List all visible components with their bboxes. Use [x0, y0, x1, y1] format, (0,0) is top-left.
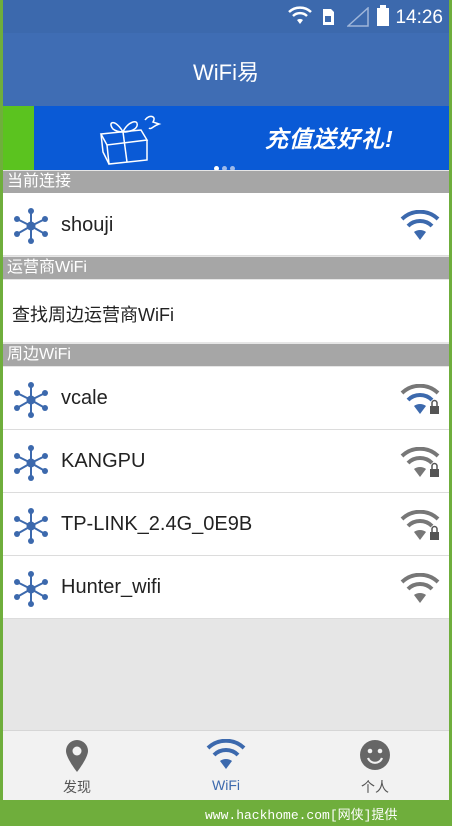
wifi-list-item[interactable]: Hunter_wifi [3, 556, 449, 619]
network-name: KANGPU [61, 450, 146, 472]
network-node-icon [14, 445, 48, 481]
location-pin-icon [66, 740, 88, 772]
section-header-nearby: 周边WiFi [3, 344, 449, 366]
network-node-icon [14, 508, 48, 544]
section-header-operator: 运营商WiFi [3, 257, 449, 279]
watermark-bar: www.hackhome.com[网侠]提供 [0, 800, 452, 826]
operator-wifi-row[interactable]: 查找周边运营商WiFi [3, 280, 449, 342]
network-name: vcale [61, 387, 108, 409]
network-name: TP-LINK_2.4G_0E9B [61, 513, 253, 535]
wifi-locked-icon [400, 510, 440, 540]
section-label: 周边WiFi [7, 346, 71, 363]
app-title: WiFi易 [193, 60, 259, 85]
section-label: 运营商WiFi [7, 259, 87, 276]
wifi-locked-icon [400, 384, 440, 414]
network-node-icon [14, 382, 48, 418]
wifi-list-item[interactable]: TP-LINK_2.4G_0E9B [3, 493, 449, 556]
promo-banner[interactable]: 充值送好礼! [3, 106, 449, 170]
wifi-icon [206, 739, 246, 769]
carousel-dot [222, 166, 227, 170]
network-node-icon [14, 571, 48, 607]
wifi-signal-icon [400, 573, 440, 603]
clock: 14:26 [395, 7, 443, 28]
gift-box-icon [99, 115, 162, 165]
banner-green-strip [3, 106, 34, 170]
network-name: shouji [61, 214, 114, 236]
wifi-list-item[interactable]: vcale [3, 367, 449, 430]
section-label: 当前连接 [7, 173, 72, 190]
wifi-signal-icon [400, 210, 440, 240]
tab-label: WiFi [212, 777, 240, 793]
tab-profile[interactable]: 个人 [301, 731, 449, 800]
find-operator-wifi-label: 查找周边运营商WiFi [12, 305, 174, 325]
network-name: Hunter_wifi [61, 576, 162, 598]
app-window: 14:26 WiFi易 充值送好礼! 当前连接 shouji 运营商WiFi 查… [3, 0, 449, 800]
wifi-locked-icon [400, 447, 440, 477]
wifi-list-item[interactable]: KANGPU [3, 430, 449, 493]
watermark-text: www.hackhome.com[网侠]提供 [205, 808, 398, 823]
section-header-current: 当前连接 [3, 171, 449, 193]
banner-slogan: 充值送好礼! [265, 126, 394, 152]
app-bar: WiFi易 [3, 33, 449, 106]
sim-card-icon [323, 9, 334, 25]
carousel-dots [214, 158, 238, 170]
tab-wifi[interactable]: WiFi [152, 731, 300, 800]
status-bar: 14:26 [3, 0, 449, 33]
tab-discover[interactable]: 发现 [3, 731, 151, 800]
tab-label: 发现 [63, 779, 91, 795]
smiley-face-icon [360, 740, 390, 770]
current-connection-row[interactable]: shouji [3, 193, 449, 256]
signal-icon [347, 7, 369, 27]
network-node-icon [14, 208, 48, 244]
carousel-dot [230, 166, 235, 170]
bottom-tab-bar: 发现 WiFi 个人 [3, 730, 449, 800]
battery-icon [377, 5, 389, 26]
tab-label: 个人 [361, 779, 389, 795]
wifi-status-icon [288, 6, 312, 24]
carousel-dot [214, 166, 219, 170]
